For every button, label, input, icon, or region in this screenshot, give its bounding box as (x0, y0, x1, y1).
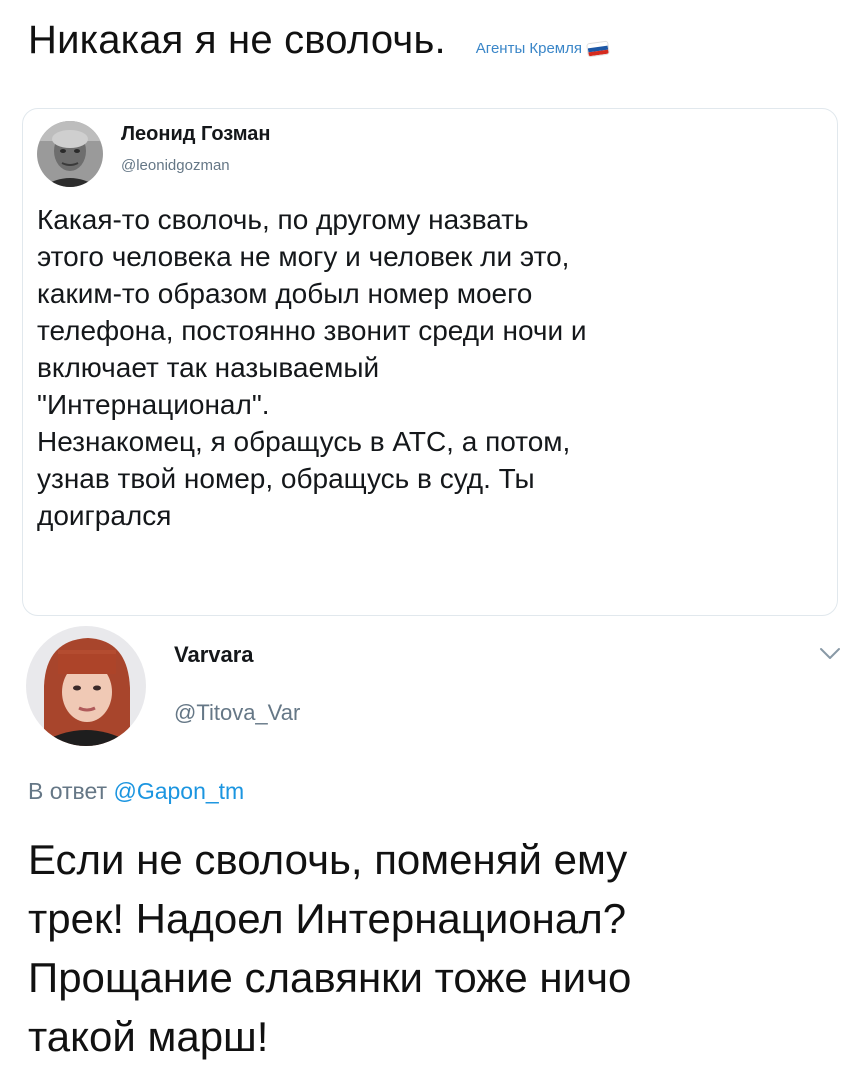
reply-author-avatar[interactable] (26, 626, 146, 746)
post-title: Никакая я не сволочь. (28, 18, 446, 62)
reply-author-name[interactable]: Varvara (174, 642, 254, 668)
community-tag-label: Агенты Кремля (475, 40, 582, 57)
reply-prefix: В ответ (28, 778, 108, 804)
post-header: Никакая я не сволочь. Агенты Кремля (28, 18, 609, 63)
chevron-down-icon[interactable] (818, 646, 842, 662)
reply-tweet-text: Если не сволочь, поменяй ему трек! Надое… (28, 836, 632, 1060)
community-tag[interactable]: Агенты Кремля (475, 40, 609, 57)
reply-context: В ответ @Gapon_tm (28, 778, 244, 805)
reply-author-handle[interactable]: @Titova_Var (174, 700, 300, 726)
tweet-text: Какая-то сволочь, по другому назвать это… (37, 204, 587, 531)
author-avatar[interactable] (37, 121, 103, 187)
reply-mention-link[interactable]: @Gapon_tm (113, 778, 244, 804)
author-handle[interactable]: @leonidgozman (121, 157, 230, 174)
author-name[interactable]: Леонид Гозман (121, 123, 270, 146)
russian-flag-icon (587, 41, 609, 56)
quoted-tweet-card[interactable]: Леонид Гозман @leonidgozman Какая-то сво… (22, 108, 838, 616)
